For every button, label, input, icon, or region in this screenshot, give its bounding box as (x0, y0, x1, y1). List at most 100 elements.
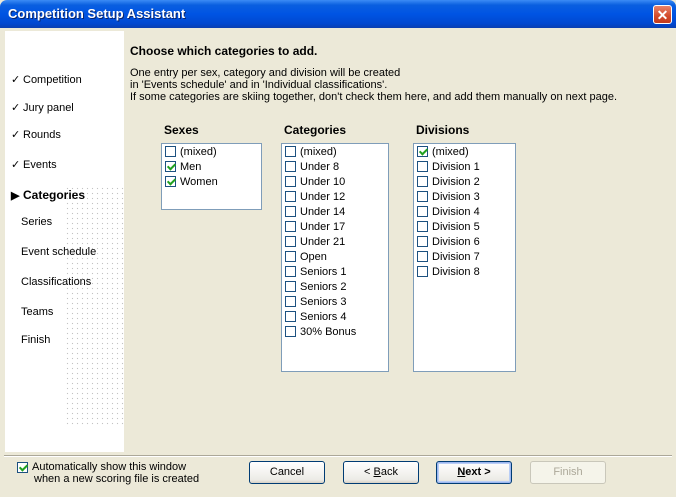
steps-pane: ✓ Competition ✓ Jury panel ✓ Rounds ✓ Events ▶ Ca… (5, 31, 124, 452)
checkbox[interactable] (285, 206, 296, 217)
list-item[interactable]: Division 2 (414, 174, 515, 189)
step-label: Finish (21, 334, 51, 346)
checkbox[interactable] (285, 311, 296, 322)
list-item[interactable]: (mixed) (414, 144, 515, 159)
check-icon: ✓ (11, 102, 21, 114)
title-bar: Competition Setup Assistant ✕ (0, 0, 676, 28)
checkbox[interactable] (417, 251, 428, 262)
step-label: Classifications (21, 276, 92, 288)
list-item[interactable]: Men (162, 159, 261, 174)
list-item[interactable]: Seniors 4 (282, 309, 388, 324)
list-item[interactable]: Under 12 (282, 189, 388, 204)
auto-show-checkbox-box[interactable] (17, 462, 28, 473)
close-icon[interactable]: ✕ (653, 5, 672, 24)
list-item[interactable]: Women (162, 174, 261, 189)
description-line-2: in 'Events schedule' and in 'Individual … (130, 79, 388, 91)
categories-listbox[interactable]: (mixed) Under 8 Under 10 Under 12 Under 14 Un… (281, 143, 389, 372)
list-item[interactable]: Division 1 (414, 159, 515, 174)
list-item[interactable]: Under 17 (282, 219, 388, 234)
checkbox[interactable] (165, 161, 176, 172)
list-item-label: Under 17 (300, 220, 346, 233)
list-item-label: (mixed) (180, 145, 217, 158)
step-competition: ✓ Competition (11, 73, 82, 86)
step-finish: Finish (21, 334, 50, 346)
checkbox[interactable] (285, 176, 296, 187)
list-item-label: Division 7 (432, 250, 480, 263)
checkbox[interactable] (417, 191, 428, 202)
checkbox[interactable] (285, 326, 296, 337)
list-item[interactable]: Under 8 (282, 159, 388, 174)
check-icon: ✓ (11, 129, 21, 141)
step-teams: Teams (21, 306, 53, 318)
checkbox[interactable] (417, 146, 428, 157)
list-item[interactable]: Division 8 (414, 264, 515, 279)
categories-header: Categories (284, 123, 347, 137)
step-series: Series (21, 216, 52, 228)
checkbox[interactable] (165, 176, 176, 187)
list-item[interactable]: Division 5 (414, 219, 515, 234)
list-item-label: Division 3 (432, 190, 480, 203)
list-item[interactable]: (mixed) (162, 144, 261, 159)
list-item[interactable]: Seniors 1 (282, 264, 388, 279)
check-icon: ✓ (11, 159, 21, 171)
step-rounds: ✓ Rounds (11, 128, 61, 141)
checkbox[interactable] (417, 161, 428, 172)
list-item-label: Under 21 (300, 235, 346, 248)
list-item[interactable]: Under 21 (282, 234, 388, 249)
list-item-label: Seniors 1 (300, 265, 347, 278)
checkbox[interactable] (285, 221, 296, 232)
step-label: Competition (23, 74, 82, 86)
checkbox[interactable] (165, 146, 176, 157)
step-event-schedule: Event schedule (21, 246, 96, 258)
checkbox[interactable] (285, 146, 296, 157)
list-item-label: Division 8 (432, 265, 480, 278)
check-icon: ✓ (11, 74, 21, 86)
list-item-label: Women (180, 175, 218, 188)
step-label: Series (21, 216, 53, 228)
checkbox[interactable] (285, 236, 296, 247)
checkbox[interactable] (285, 191, 296, 202)
checkbox[interactable] (285, 161, 296, 172)
checkbox[interactable] (417, 206, 428, 217)
list-item[interactable]: Division 3 (414, 189, 515, 204)
list-item-label: (mixed) (300, 145, 337, 158)
auto-show-checkbox[interactable]: Automatically show this window when a ne… (17, 461, 199, 485)
list-item[interactable]: Under 10 (282, 174, 388, 189)
list-item[interactable]: (mixed) (282, 144, 388, 159)
sexes-listbox[interactable]: (mixed) Men Women (161, 143, 262, 210)
window-title: Competition Setup Assistant (8, 6, 186, 21)
list-item[interactable]: Seniors 3 (282, 294, 388, 309)
divisions-header: Divisions (416, 123, 470, 137)
step-categories: ▶ Categories (11, 188, 85, 202)
list-item[interactable]: Division 6 (414, 234, 515, 249)
divisions-listbox[interactable]: (mixed) Division 1 Division 2 Division 3 Div… (413, 143, 516, 372)
list-item[interactable]: 30% Bonus (282, 324, 388, 339)
next-button[interactable]: Next > (436, 461, 512, 484)
checkbox[interactable] (417, 236, 428, 247)
list-item-label: (mixed) (432, 145, 469, 158)
checkbox[interactable] (417, 266, 428, 277)
checkbox[interactable] (285, 281, 296, 292)
list-item[interactable]: Under 14 (282, 204, 388, 219)
checkbox[interactable] (285, 266, 296, 277)
cancel-button[interactable]: Cancel (249, 461, 325, 484)
checkbox[interactable] (285, 296, 296, 307)
list-item[interactable]: Open (282, 249, 388, 264)
auto-show-label-2: when a new scoring file is created (34, 473, 200, 485)
checkbox[interactable] (417, 221, 428, 232)
checkbox[interactable] (417, 176, 428, 187)
back-button[interactable]: < Back (343, 461, 419, 484)
list-item[interactable]: Division 7 (414, 249, 515, 264)
footer-separator (4, 455, 672, 457)
step-label: Rounds (23, 129, 61, 141)
list-item[interactable]: Seniors 2 (282, 279, 388, 294)
step-label: Teams (21, 306, 54, 318)
list-item-label: Under 14 (300, 205, 346, 218)
list-item[interactable]: Division 4 (414, 204, 515, 219)
checkbox[interactable] (285, 251, 296, 262)
finish-button[interactable]: Finish (530, 461, 606, 484)
list-item-label: Division 2 (432, 175, 480, 188)
list-item-label: Seniors 4 (300, 310, 347, 323)
list-item-label: Open (300, 250, 327, 263)
decorative-dots (65, 186, 124, 426)
